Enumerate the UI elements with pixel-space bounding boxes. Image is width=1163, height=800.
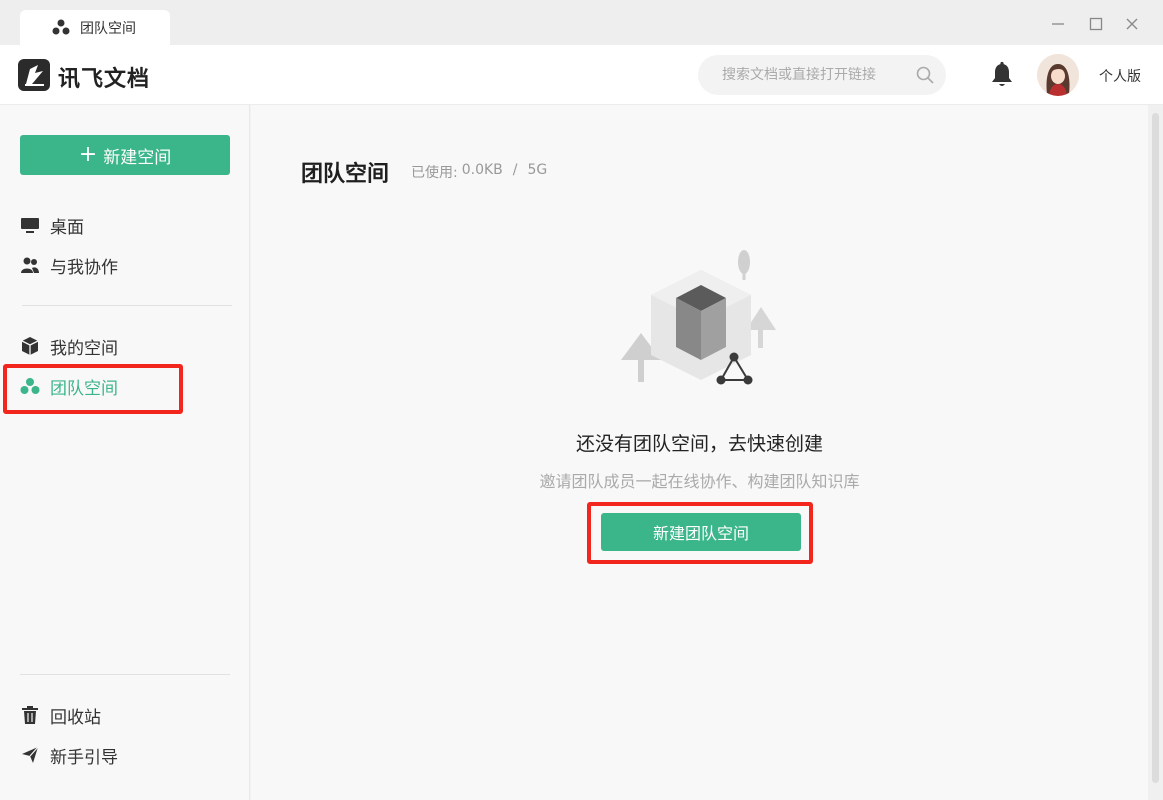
app-logo (18, 59, 50, 91)
empty-state-subtitle: 邀请团队成员一起在线协作、构建团队知识库 (539, 472, 860, 491)
maximize-button[interactable] (1086, 14, 1106, 34)
title-bar: 团队空间 (0, 0, 1163, 45)
usage-total: 5G (527, 162, 548, 178)
sidebar-item-label: 团队空间 (50, 378, 118, 399)
usage-used: 0.0KB (461, 162, 503, 178)
sidebar-item-label: 与我协作 (50, 257, 118, 278)
page-title: 团队空间 (301, 162, 390, 187)
tab-label: 团队空间 (80, 20, 136, 37)
maximize-icon (1089, 17, 1103, 31)
brand-name: 讯飞文档 (58, 67, 151, 92)
sidebar: + 新建空间 桌面 与我协作 我的空间 团队空间 回收站 新手引导 (0, 105, 250, 800)
close-button[interactable] (1122, 14, 1142, 34)
search-icon[interactable] (915, 65, 935, 85)
create-team-space-button[interactable]: 新建团队空间 (601, 513, 801, 551)
sidebar-item-label: 新手引导 (50, 747, 118, 768)
search-input[interactable] (698, 55, 946, 95)
paper-plane-icon (20, 745, 40, 765)
usage-label: 已使用: (411, 165, 458, 181)
desktop-icon (20, 215, 40, 235)
empty-state-title: 还没有团队空间，去快速创建 (575, 433, 823, 455)
empty-state-illustration (621, 250, 776, 385)
bell-icon[interactable] (989, 61, 1015, 89)
new-space-button[interactable]: + 新建空间 (20, 135, 230, 175)
sidebar-item-label: 我的空间 (50, 338, 118, 359)
collaborators-icon (20, 255, 40, 275)
app-header: 讯飞文档 个人版 (0, 45, 1163, 105)
sidebar-item-trash[interactable]: 回收站 (20, 702, 101, 728)
team-icon (52, 19, 70, 35)
plan-label[interactable]: 个人版 (1099, 66, 1141, 86)
minimize-icon (1052, 23, 1064, 25)
logo-icon (25, 65, 44, 86)
plus-icon: + (78, 142, 98, 167)
cube-icon (20, 336, 40, 356)
sidebar-divider (20, 674, 230, 675)
sidebar-item-guide[interactable]: 新手引导 (20, 742, 118, 768)
new-space-label: 新建空间 (103, 147, 172, 168)
sidebar-item-label: 回收站 (50, 707, 101, 728)
avatar-image (1037, 54, 1079, 96)
trash-icon (20, 705, 40, 725)
storage-usage: 已使用: 0.0KB / 5G (411, 162, 547, 182)
avatar[interactable] (1037, 54, 1079, 96)
sidebar-item-desktop[interactable]: 桌面 (20, 212, 84, 238)
sidebar-divider (22, 305, 232, 306)
sidebar-item-label: 桌面 (50, 217, 84, 238)
minimize-button[interactable] (1048, 14, 1068, 34)
close-icon (1126, 18, 1138, 30)
sidebar-item-my-space[interactable]: 我的空间 (20, 333, 118, 359)
main-content: 团队空间 已使用: 0.0KB / 5G 还没有团队空间，去快速创建 邀请团队成… (251, 105, 1148, 800)
team-icon (20, 376, 40, 396)
tab-team-space[interactable]: 团队空间 (20, 10, 170, 45)
usage-separator: / (512, 162, 518, 178)
sidebar-item-team-space[interactable]: 团队空间 (20, 373, 118, 399)
sidebar-item-collaborate[interactable]: 与我协作 (20, 252, 118, 278)
scrollbar-thumb[interactable] (1152, 113, 1159, 783)
scrollbar[interactable] (1148, 105, 1163, 800)
